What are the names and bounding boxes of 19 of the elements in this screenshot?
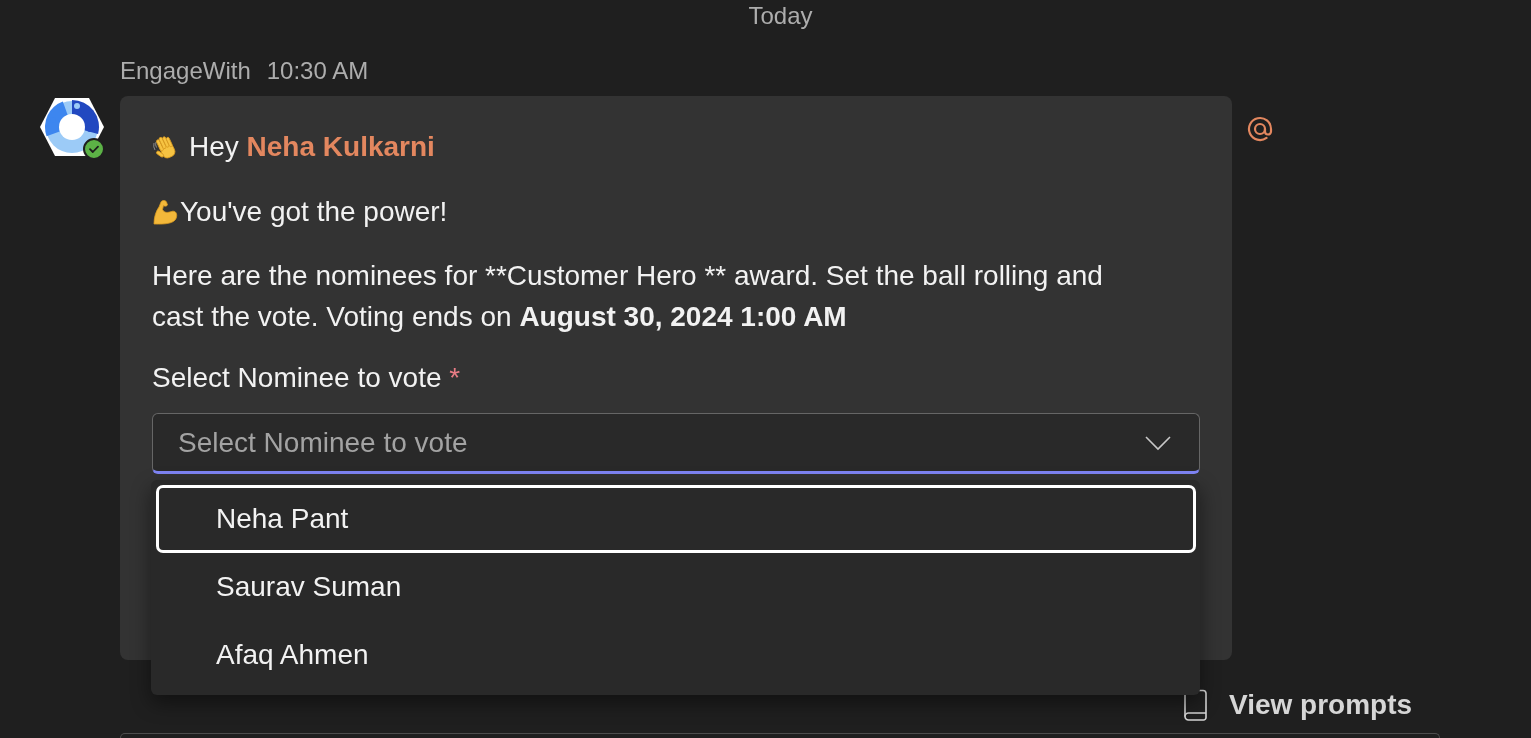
message-time: 10:30 AM bbox=[266, 56, 369, 86]
dropdown-option[interactable]: Afaq Ahmen bbox=[156, 621, 1196, 689]
dropdown-option[interactable]: Saurav Suman bbox=[156, 553, 1196, 621]
sender-name: EngageWith bbox=[120, 56, 251, 86]
view-prompts-button[interactable]: View prompts bbox=[1183, 688, 1413, 722]
dropdown-option[interactable]: Neha Pant bbox=[156, 485, 1196, 553]
chevron-down-icon bbox=[1145, 436, 1171, 451]
nominee-select-field[interactable]: Select Nominee to vote bbox=[152, 413, 1200, 474]
field-label: Select Nominee to vote * bbox=[152, 361, 461, 395]
waving-hand-icon bbox=[152, 134, 178, 160]
announcement-text: Here are the nominees for **Customer Hero ** award. Set the ball rolling and cast the vote. Voting ends on August 30, 2024 1:00 AM bbox=[152, 259, 1104, 334]
flexed-arm-icon bbox=[152, 199, 178, 225]
status-check-icon bbox=[83, 138, 105, 160]
day-divider-label: Today bbox=[748, 1, 813, 31]
app-logo-icon bbox=[40, 98, 104, 156]
notebook-icon bbox=[1183, 689, 1209, 721]
greeting-text: Hey Neha Kulkarni bbox=[189, 130, 435, 164]
mention-icon bbox=[1246, 115, 1274, 143]
tagline-text: You've got the power! bbox=[180, 195, 448, 229]
